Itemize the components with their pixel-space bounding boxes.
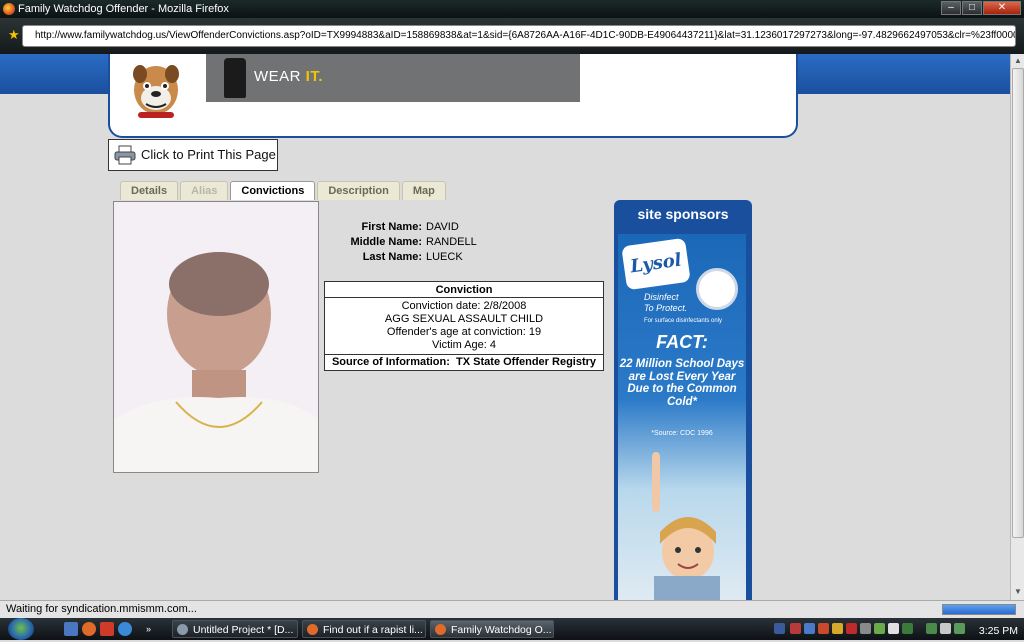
power-icon[interactable] bbox=[954, 623, 965, 634]
bulldog-logo-icon[interactable] bbox=[128, 60, 184, 122]
lysol-logo: Lysol bbox=[621, 237, 691, 291]
loading-progress-bar bbox=[942, 604, 1016, 615]
conviction-offense: AGG SEXUAL ASSAULT CHILD bbox=[384, 313, 544, 325]
ad-fact-text: 22 Million School Days are Lost Every Ye… bbox=[619, 358, 745, 408]
window-title-bar: Family Watchdog Offender - Mozilla Firef… bbox=[0, 0, 1024, 18]
sponsors-title: site sponsors bbox=[637, 206, 729, 222]
tab-description[interactable]: Description bbox=[317, 181, 400, 200]
advertisement-banner[interactable]: WEAR IT. bbox=[206, 54, 580, 102]
offender-photo-image bbox=[114, 202, 318, 472]
tray-app-icon[interactable] bbox=[860, 623, 871, 634]
offender-age-at-conviction: Offender's age at conviction: 19 bbox=[386, 326, 542, 338]
printer-icon bbox=[114, 145, 136, 165]
vertical-scrollbar[interactable]: ▲ ▼ bbox=[1010, 54, 1024, 600]
child-raising-hand-image bbox=[652, 452, 720, 600]
seal-icon bbox=[696, 268, 738, 310]
tray-app-icon[interactable] bbox=[902, 623, 913, 634]
banner-text: WEAR IT. bbox=[254, 68, 324, 85]
tab-details[interactable]: Details bbox=[120, 181, 179, 200]
tray-app-icon[interactable] bbox=[790, 623, 801, 634]
language-icon[interactable] bbox=[774, 623, 785, 634]
firefox-icon bbox=[3, 3, 15, 15]
maximize-button[interactable]: □ bbox=[962, 1, 982, 15]
offender-photo bbox=[113, 201, 319, 473]
windows-taskbar: » Untitled Project * [D... Find out if a… bbox=[0, 618, 1024, 640]
tray-app-icon[interactable] bbox=[846, 623, 857, 634]
last-name-label: Last Name: bbox=[362, 251, 422, 263]
navigation-toolbar: ★ http://www.familywatchdog.us/ViewOffen… bbox=[0, 18, 1024, 54]
first-name-label: First Name: bbox=[361, 221, 422, 233]
scrollbar-thumb[interactable] bbox=[1012, 68, 1024, 538]
bookmark-star-icon[interactable]: ★ bbox=[8, 28, 22, 42]
conviction-table: Conviction Conviction date: 2/8/2008 AGG… bbox=[324, 281, 604, 371]
url-input[interactable]: http://www.familywatchdog.us/ViewOffende… bbox=[22, 25, 1016, 47]
print-button-label: Click to Print This Page bbox=[141, 147, 276, 162]
status-bar: Waiting for syndication.mmismm.com... bbox=[0, 600, 1024, 618]
quicklaunch-more-icon[interactable]: » bbox=[146, 622, 156, 636]
tray-app-icon[interactable] bbox=[832, 623, 843, 634]
tab-alias[interactable]: Alias bbox=[180, 181, 229, 200]
tank-top-image bbox=[224, 58, 246, 98]
network-icon[interactable] bbox=[926, 623, 937, 634]
print-page-button[interactable]: Click to Print This Page bbox=[108, 139, 278, 171]
status-text: Waiting for syndication.mmismm.com... bbox=[6, 603, 197, 615]
offender-tabs: Details Alias Convictions Description Ma… bbox=[120, 181, 446, 200]
tray-app-icon[interactable] bbox=[888, 623, 899, 634]
last-name-value: LUECK bbox=[426, 251, 463, 263]
tray-app-icon[interactable] bbox=[804, 623, 815, 634]
progress-fill bbox=[943, 605, 1015, 614]
conviction-details: Conviction date: 2/8/2008 AGG SEXUAL ASS… bbox=[325, 298, 603, 355]
ad-fine-print: For surface disinfectants only bbox=[644, 318, 723, 324]
middle-name-value: RANDELL bbox=[426, 236, 477, 248]
start-button[interactable] bbox=[8, 618, 34, 640]
victim-age: Victim Age: 4 bbox=[432, 339, 496, 351]
conviction-header: Conviction bbox=[325, 282, 603, 298]
media-quicklaunch-icon[interactable] bbox=[100, 622, 114, 636]
conviction-date: Conviction date: 2/8/2008 bbox=[401, 300, 527, 312]
tray-app-icon[interactable] bbox=[874, 623, 885, 634]
minimize-button[interactable]: – bbox=[941, 1, 961, 15]
first-name-value: DAVID bbox=[426, 221, 459, 233]
internet-explorer-icon[interactable] bbox=[118, 622, 132, 636]
ad-fact-heading: FACT: bbox=[656, 332, 708, 352]
close-button[interactable]: ✕ bbox=[983, 1, 1021, 15]
middle-name-label: Middle Name: bbox=[350, 236, 422, 248]
tab-convictions[interactable]: Convictions bbox=[230, 181, 316, 200]
ad-source-note: *Source: CDC 1996 bbox=[651, 430, 713, 437]
window-controls: – □ ✕ bbox=[941, 1, 1021, 15]
taskbar-clock: 3:25 PM bbox=[978, 625, 1018, 637]
firefox-quicklaunch-icon[interactable] bbox=[82, 622, 96, 636]
lysol-advertisement[interactable]: Lysol Disinfect To Protect. For surface d… bbox=[618, 234, 746, 600]
offender-name-info: First Name: DAVID Middle Name: RANDELL Las… bbox=[324, 220, 477, 265]
page-content: WEAR IT. Click to Print This Page Detail… bbox=[0, 54, 1010, 600]
show-desktop-icon[interactable] bbox=[64, 622, 78, 636]
taskbar-item-family-watchdog[interactable]: Family Watchdog O... bbox=[430, 620, 554, 638]
site-sponsors-panel: site sponsors Lysol Disinfect To Protect.… bbox=[614, 200, 752, 600]
firefox-task-icon bbox=[307, 624, 318, 635]
tab-map[interactable]: Map bbox=[401, 181, 446, 200]
tray-app-icon[interactable] bbox=[818, 623, 829, 634]
scroll-up-icon[interactable]: ▲ bbox=[1012, 55, 1024, 67]
volume-icon[interactable] bbox=[940, 623, 951, 634]
site-header: WEAR IT. bbox=[108, 54, 798, 138]
project-app-icon bbox=[177, 624, 188, 635]
taskbar-item-find-out[interactable]: Find out if a rapist li... bbox=[302, 620, 426, 638]
taskbar-item-untitled-project[interactable]: Untitled Project * [D... bbox=[172, 620, 298, 638]
firefox-task-icon bbox=[435, 624, 446, 635]
ad-tagline: Disinfect To Protect. bbox=[644, 292, 688, 313]
source-of-information: Source of Information: TX State Offender… bbox=[331, 356, 597, 368]
window-title: Family Watchdog Offender - Mozilla Firef… bbox=[18, 3, 229, 15]
scroll-down-icon[interactable]: ▼ bbox=[1012, 586, 1024, 598]
system-tray: 3:25 PM bbox=[770, 620, 1024, 638]
